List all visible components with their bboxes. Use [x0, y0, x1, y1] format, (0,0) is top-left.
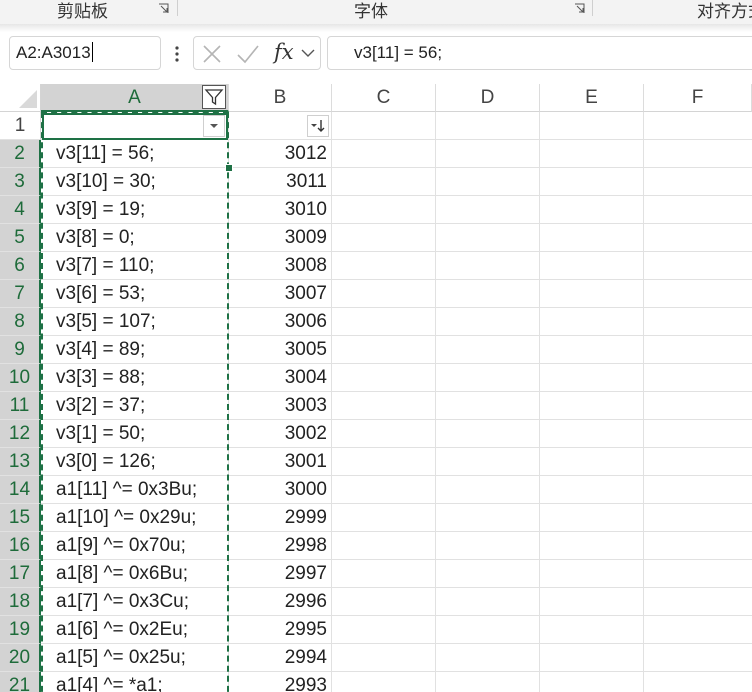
select-all-triangle [19, 90, 37, 108]
select-all-button[interactable] [0, 84, 41, 112]
cell-b[interactable]: 2996 [228, 588, 327, 616]
row-header[interactable]: 14 [0, 476, 41, 504]
row-header[interactable]: 1 [0, 112, 41, 140]
row-header[interactable]: 21 [0, 672, 41, 692]
ribbon-separator [177, 0, 178, 16]
cell-b[interactable]: 3003 [228, 392, 327, 420]
row-header[interactable]: 10 [0, 364, 41, 392]
group-label-font: 字体 [354, 2, 388, 21]
column-header-c[interactable]: C [332, 84, 436, 112]
column-header-label: A [128, 87, 141, 108]
row-header[interactable]: 5 [0, 224, 41, 252]
cell-b[interactable]: 2993 [228, 672, 327, 692]
copy-marquee [41, 112, 229, 692]
active-cell [42, 113, 228, 140]
name-box-value: A2:A3013 [16, 43, 91, 62]
cell-b[interactable]: 3007 [228, 280, 327, 308]
insert-function-button[interactable]: fx [274, 40, 294, 64]
column-header-d[interactable]: D [436, 84, 540, 112]
row-header[interactable]: 11 [0, 392, 41, 420]
cell-b[interactable]: 2998 [228, 532, 327, 560]
row-header[interactable]: 12 [0, 420, 41, 448]
column-header-label: E [585, 87, 598, 108]
fill-handle[interactable] [225, 164, 233, 172]
dialog-launcher-icon[interactable] [158, 3, 169, 14]
cell-b[interactable]: 3011 [228, 168, 327, 196]
formula-controls: fx [193, 36, 321, 70]
gridline [331, 112, 332, 692]
sort-descending-icon [311, 120, 325, 132]
column-header-f[interactable]: F [644, 84, 752, 112]
group-label-alignment: 对齐方式 [697, 2, 752, 21]
worksheet-grid[interactable]: A B C D E F 1 2 v3[11] = 56; 3012 3 v3[10] = … [0, 84, 752, 692]
cell-b[interactable]: 2997 [228, 560, 327, 588]
row-header[interactable]: 7 [0, 280, 41, 308]
check-icon[interactable] [236, 44, 260, 64]
column-header-label: C [376, 87, 391, 108]
cell-b[interactable]: 3008 [228, 252, 327, 280]
cell-b[interactable]: 2999 [228, 504, 327, 532]
row-header[interactable]: 13 [0, 448, 41, 476]
dialog-launcher-icon[interactable] [574, 3, 585, 14]
row-header[interactable]: 8 [0, 308, 41, 336]
cell-b[interactable]: 3006 [228, 308, 327, 336]
cell-b[interactable]: 2994 [228, 644, 327, 672]
gridline [435, 112, 436, 692]
column-header-label: B [273, 87, 287, 108]
formula-input[interactable]: v3[11] = 56; [327, 36, 752, 70]
name-box[interactable]: A2:A3013 [9, 36, 161, 70]
close-icon[interactable] [202, 44, 222, 64]
row-header[interactable]: 17 [0, 560, 41, 588]
text-caret [91, 42, 93, 62]
column-header-e[interactable]: E [540, 84, 644, 112]
cell-b[interactable]: 3009 [228, 224, 327, 252]
filter-button-a[interactable] [202, 85, 226, 109]
ribbon-shadow [0, 24, 752, 32]
row-header[interactable]: 20 [0, 644, 41, 672]
cell-b[interactable]: 3002 [228, 420, 327, 448]
column-header-label: D [480, 87, 495, 108]
cell-b[interactable]: 3004 [228, 364, 327, 392]
row-header[interactable]: 6 [0, 252, 41, 280]
gridline [539, 112, 540, 692]
row-header[interactable]: 16 [0, 532, 41, 560]
cell-b[interactable]: 3012 [228, 140, 327, 168]
cell-b[interactable]: 3010 [228, 196, 327, 224]
filter-dropdown-b[interactable] [307, 115, 329, 137]
row-header[interactable]: 2 [0, 140, 41, 168]
ribbon-separator [592, 0, 593, 16]
gridline [643, 112, 644, 692]
ribbon-group-labels: 剪贴板 字体 对齐方式 [0, 0, 752, 24]
cell-b[interactable]: 3000 [228, 476, 327, 504]
row-header[interactable]: 4 [0, 196, 41, 224]
column-header-b[interactable]: B [229, 84, 332, 112]
row-header[interactable]: 19 [0, 616, 41, 644]
more-options-icon[interactable] [172, 44, 182, 64]
cell-b[interactable]: 2995 [228, 616, 327, 644]
column-header-a[interactable]: A [41, 84, 229, 112]
column-header-label: F [691, 87, 704, 108]
row-header[interactable]: 18 [0, 588, 41, 616]
row-header[interactable]: 15 [0, 504, 41, 532]
funnel-icon [204, 89, 224, 106]
group-label-clipboard: 剪贴板 [57, 2, 108, 21]
chevron-down-icon[interactable] [301, 48, 315, 58]
cell-b[interactable]: 3001 [228, 448, 327, 476]
cell-b[interactable]: 3005 [228, 336, 327, 364]
row-header[interactable]: 9 [0, 336, 41, 364]
row-header[interactable]: 3 [0, 168, 41, 196]
